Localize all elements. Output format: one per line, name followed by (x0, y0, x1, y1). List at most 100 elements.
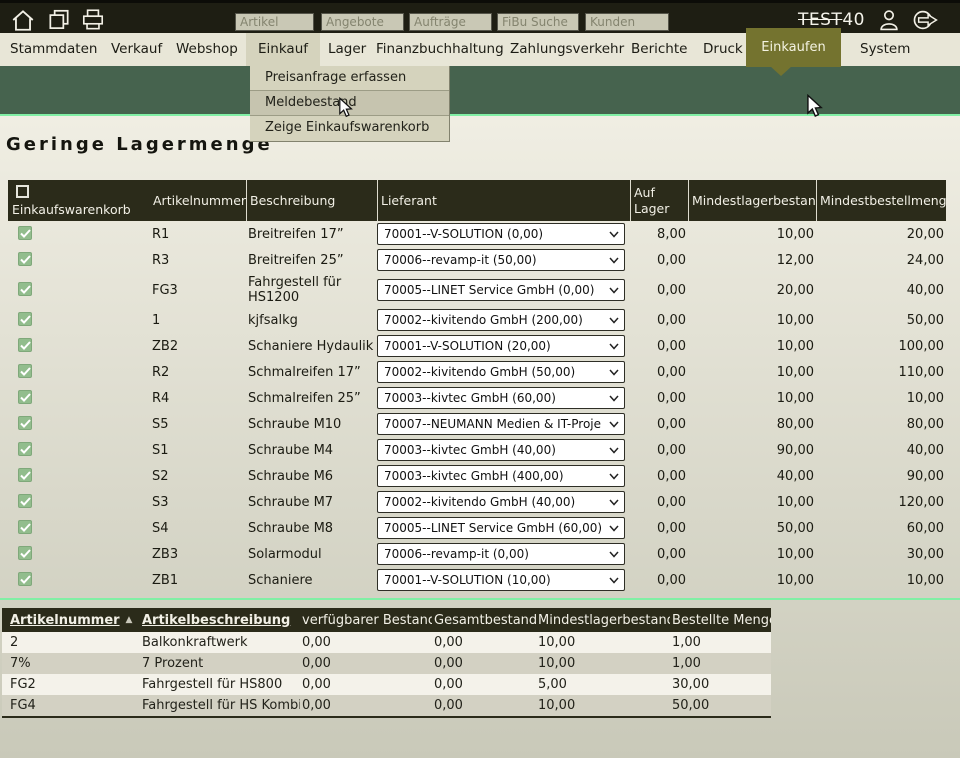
cart-checkbox[interactable] (18, 226, 32, 240)
menu-system[interactable]: System (848, 33, 922, 66)
artikelnummer-cell: ZB2 (150, 339, 246, 354)
mindestbestellmenge-cell: 120,00 (816, 495, 946, 510)
search-auftraege-input[interactable] (409, 13, 492, 31)
windows-icon[interactable] (46, 8, 72, 32)
auf-lager-cell: 0,00 (630, 391, 688, 406)
auf-lager-cell: 0,00 (630, 495, 688, 510)
artikelnummer-cell: R1 (150, 227, 246, 242)
cart-checkbox[interactable] (18, 252, 32, 266)
verfuegbarer-bestand-cell: 0,00 (300, 653, 432, 674)
lieferant-select[interactable]: 70005--LINET Service GmbH (0,00) (377, 279, 625, 301)
sort-artikelnummer-link[interactable]: Artikelnummer (10, 613, 120, 628)
cart-checkbox[interactable] (18, 312, 32, 326)
beschreibung-cell: Schmalreifen 17” (246, 363, 377, 382)
mindestlagerbestand-cell: 10,00 (536, 632, 670, 653)
search-artikel-input[interactable] (235, 13, 314, 31)
cart-checkbox[interactable] (18, 442, 32, 456)
ordered-articles-body: 2 Balkonkraftwerk 0,00 0,00 10,00 1,00 7… (2, 632, 771, 716)
mindestlagerbestand-cell: 10,00 (688, 495, 816, 510)
search-kunden-input[interactable] (585, 13, 669, 31)
lieferant-select[interactable]: 70002--kivitendo GmbH (40,00) (377, 491, 625, 513)
erp-screen: TEST40 Stammdaten Verkauf Webshop Einkau… (0, 0, 960, 758)
home-icon[interactable] (10, 8, 36, 32)
bestellte-menge-cell: 50,00 (670, 695, 771, 716)
lieferant-select[interactable]: 70003--kivtec GmbH (400,00) (377, 465, 625, 487)
mindestbestellmenge-cell: 24,00 (816, 253, 946, 268)
cart-checkbox[interactable] (18, 494, 32, 508)
artikelnummer-cell: R4 (150, 391, 246, 406)
mindestlagerbestand-cell: 10,00 (688, 547, 816, 562)
cart-checkbox[interactable] (18, 416, 32, 430)
mouse-cursor (338, 97, 354, 118)
menu-webshop[interactable]: Webshop (164, 33, 250, 66)
beschreibung-cell: Schraube M6 (246, 467, 377, 486)
menu-item-preisanfrage-erfassen[interactable]: Preisanfrage erfassen (250, 66, 449, 91)
menu-einkauf[interactable]: Einkauf (246, 33, 320, 66)
lieferant-select[interactable]: 70002--kivitendo GmbH (50,00) (377, 361, 625, 383)
beschreibung-cell: Schraube M10 (246, 415, 377, 434)
lieferant-select-value: 70003--kivtec GmbH (60,00) (378, 391, 607, 405)
lieferant-select[interactable]: 70005--LINET Service GmbH (60,00) (377, 517, 625, 539)
mindestlagerbestand-cell: 90,00 (688, 443, 816, 458)
menu-finanzbuchhaltung[interactable]: Finanzbuchhaltung (364, 33, 516, 66)
cart-checkbox[interactable] (18, 338, 32, 352)
sort-asc-icon: ▲ (126, 615, 133, 625)
cart-checkbox[interactable] (18, 390, 32, 404)
lieferant-select-value: 70006--revamp-it (50,00) (378, 253, 607, 267)
ordered-articles-table: Artikelnummer▲ Artikelbeschreibung verfü… (2, 608, 771, 718)
menu-stammdaten[interactable]: Stammdaten (0, 33, 109, 66)
lieferant-select[interactable]: 70006--revamp-it (50,00) (377, 249, 625, 271)
cart-checkbox[interactable] (18, 572, 32, 586)
mindestlagerbestand-cell: 12,00 (688, 253, 816, 268)
mindestbestellmenge-cell: 100,00 (816, 339, 946, 354)
mindestlagerbestand-cell: 10,00 (688, 365, 816, 380)
bestellte-menge-cell: 30,00 (670, 674, 771, 695)
mindestbestellmenge-cell: 80,00 (816, 417, 946, 432)
lieferant-select[interactable]: 70003--kivtec GmbH (60,00) (377, 387, 625, 409)
lieferant-select-value: 70005--LINET Service GmbH (60,00) (378, 521, 607, 535)
search-fibu-input[interactable] (497, 13, 579, 31)
cart-checkbox[interactable] (18, 282, 32, 296)
menu-berichte[interactable]: Berichte (619, 33, 699, 66)
menu-item-zeige-einkaufswarenkorb[interactable]: Zeige Einkaufswarenkorb (250, 116, 449, 141)
lieferant-select[interactable]: 70007--NEUMANN Medien & IT-Proje (377, 413, 625, 435)
lieferant-select-value: 70006--revamp-it (0,00) (378, 547, 607, 561)
cart-checkbox[interactable] (18, 546, 32, 560)
menu-verkauf[interactable]: Verkauf (99, 33, 174, 66)
lieferant-select[interactable]: 70003--kivtec GmbH (40,00) (377, 439, 625, 461)
table-row: ZB3 Solarmodul 70006--revamp-it (0,00) 0… (8, 541, 946, 567)
beschreibung-cell: Breitreifen 25” (246, 251, 377, 270)
bestellte-menge-cell: 1,00 (670, 653, 771, 674)
print-icon[interactable] (80, 8, 106, 32)
lieferant-select[interactable]: 70001--V-SOLUTION (10,00) (377, 569, 625, 591)
chevron-down-icon (609, 231, 619, 238)
gesamtbestand-cell: 0,00 (432, 632, 536, 653)
artikelnummer-cell: 1 (150, 313, 246, 328)
cart-checkbox[interactable] (18, 520, 32, 534)
chevron-down-icon (609, 551, 619, 558)
select-all-checkbox[interactable] (16, 185, 29, 198)
search-angebote-input[interactable] (321, 13, 404, 31)
auf-lager-cell: 0,00 (630, 469, 688, 484)
auf-lager-cell: 0,00 (630, 443, 688, 458)
logout-icon[interactable] (912, 9, 940, 31)
cart-checkbox[interactable] (18, 364, 32, 378)
lieferant-select[interactable]: 70006--revamp-it (0,00) (377, 543, 625, 565)
artikelnummer-cell: S4 (150, 521, 246, 536)
table-row: R3 Breitreifen 25” 70006--revamp-it (50,… (8, 247, 946, 273)
artikelnummer-cell: ZB1 (150, 573, 246, 588)
cart-checkbox[interactable] (18, 468, 32, 482)
einkaufen-tooltip: Einkaufen (746, 28, 841, 67)
beschreibung-cell: Schaniere Hydaulik (246, 337, 377, 356)
lieferant-select[interactable]: 70002--kivitendo GmbH (200,00) (377, 309, 625, 331)
table-row: 2 Balkonkraftwerk 0,00 0,00 10,00 1,00 (2, 632, 771, 653)
menu-zahlungsverkehr[interactable]: Zahlungsverkehr (498, 33, 636, 66)
table-row: S1 Schraube M4 70003--kivtec GmbH (40,00… (8, 437, 946, 463)
table-row: S5 Schraube M10 70007--NEUMANN Medien & … (8, 411, 946, 437)
mindestbestellmenge-cell: 110,00 (816, 365, 946, 380)
sort-artikelbeschreibung-link[interactable]: Artikelbeschreibung (142, 613, 290, 628)
bestellte-menge-cell: 1,00 (670, 632, 771, 653)
user-icon[interactable] (878, 9, 900, 31)
lieferant-select[interactable]: 70001--V-SOLUTION (20,00) (377, 335, 625, 357)
lieferant-select[interactable]: 70001--V-SOLUTION (0,00) (377, 223, 625, 245)
